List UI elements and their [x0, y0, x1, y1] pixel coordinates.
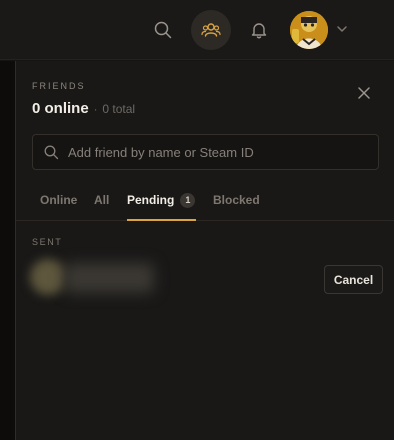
user-avatar[interactable] — [290, 11, 328, 49]
sent-section-label: SENT — [32, 237, 63, 247]
add-friend-input[interactable] — [68, 135, 368, 169]
left-rail — [0, 61, 15, 440]
top-bar — [0, 0, 394, 60]
close-icon[interactable] — [355, 84, 373, 102]
friends-button[interactable] — [191, 10, 231, 50]
search-button[interactable] — [143, 10, 183, 50]
bell-icon — [251, 23, 267, 39]
tab-all[interactable]: All — [94, 181, 109, 221]
friends-tabs: Online All Pending 1 Blocked — [16, 181, 394, 221]
panel-title: 0 online · 0 total — [32, 100, 135, 117]
search-icon — [44, 145, 59, 160]
friends-icon — [201, 23, 221, 37]
total-count: 0 total — [102, 102, 136, 116]
add-friend-search — [32, 134, 379, 170]
chevron-down-icon[interactable] — [334, 21, 350, 37]
avatar-image — [290, 11, 328, 49]
title-separator: · — [93, 104, 98, 116]
panel-eyebrow: FRIENDS — [32, 81, 86, 91]
cancel-request-button[interactable]: Cancel — [324, 265, 383, 294]
list-item: Cancel — [16, 253, 394, 305]
tab-blocked[interactable]: Blocked — [213, 181, 260, 221]
search-icon — [154, 21, 172, 39]
friends-panel: FRIENDS 0 online · 0 total Online All Pe… — [16, 61, 394, 440]
friend-name-redacted — [64, 263, 154, 293]
friend-avatar — [30, 259, 66, 295]
tab-online[interactable]: Online — [40, 181, 77, 221]
tab-pending[interactable]: Pending 1 — [127, 181, 197, 221]
pending-count-badge: 1 — [180, 193, 196, 208]
notifications-button[interactable] — [239, 10, 279, 50]
tab-pending-label: Pending — [127, 193, 175, 207]
online-count: 0 online — [32, 100, 89, 117]
